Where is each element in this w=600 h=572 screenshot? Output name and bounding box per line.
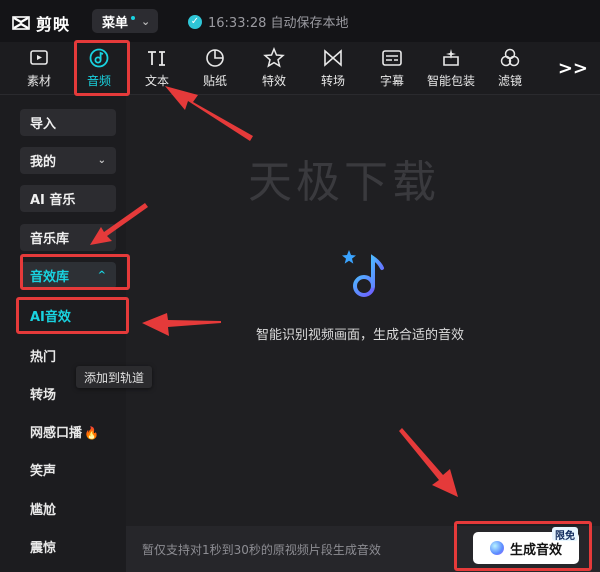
star-effect-icon — [263, 47, 285, 68]
more-tabs-button[interactable]: >> — [558, 58, 588, 79]
duration-note: 暂仅支持对1秒到30秒的原视频片段生成音效 — [142, 543, 381, 557]
tab-effects[interactable]: 特效 — [246, 42, 302, 94]
tab-label: 文本 — [144, 74, 169, 88]
sidebar-label: 我的 — [30, 155, 57, 170]
chevron-down-icon: ⌄ — [97, 155, 106, 166]
tab-transition[interactable]: 转场 — [305, 42, 361, 94]
tab-label: 字幕 — [379, 74, 404, 88]
sidebar-item-net-voice[interactable]: 网感口播 🔥 — [30, 422, 99, 441]
hint-text: 智能识别视频画面，生成合适的音效 — [256, 328, 465, 343]
text-ti-icon — [148, 51, 165, 66]
sidebar-item-awkward[interactable]: 尴尬 — [30, 499, 56, 518]
highlight-audio-tab — [74, 40, 130, 96]
check-icon: ✓ — [188, 14, 202, 29]
autosave-status: ✓ 16:33:28 自动保存本地 — [188, 12, 349, 31]
highlight-generate-button — [454, 521, 592, 571]
highlight-sfx-library — [20, 254, 130, 290]
tab-smart-package[interactable]: 智能包装 — [423, 42, 479, 94]
app-logo: 剪映 — [12, 11, 70, 35]
sidebar-item-transition[interactable]: 转场 — [30, 384, 56, 403]
watermark-text: 天极下载 — [248, 157, 440, 208]
add-to-track-tooltip: 添加到轨道 — [76, 366, 153, 388]
title-bar: 剪映 菜单 ⌄ ✓ 16:33:28 自动保存本地 — [0, 0, 600, 42]
sidebar-label: 网感口播 — [30, 426, 83, 441]
sidebar-item-hot[interactable]: 热门 — [30, 346, 56, 365]
tab-subtitle[interactable]: 字幕 — [364, 42, 420, 94]
autosave-text: 16:33:28 自动保存本地 — [208, 16, 349, 31]
tab-label: 贴纸 — [202, 74, 227, 88]
notification-dot — [131, 16, 136, 20]
sidebar-label: 导入 — [30, 117, 57, 132]
menu-button[interactable]: 菜单 ⌄ — [92, 9, 158, 33]
filter-icon — [500, 48, 520, 67]
tab-label: 特效 — [261, 74, 286, 88]
sidebar-ai-music[interactable]: AI 音乐 — [20, 185, 116, 212]
sidebar-import[interactable]: 导入 — [20, 109, 116, 136]
tab-label: 转场 — [320, 74, 345, 88]
sidebar-label: AI 音乐 — [30, 193, 76, 208]
sidebar-item-laugh[interactable]: 笑声 — [30, 460, 56, 479]
subtitle-icon — [382, 50, 402, 66]
sidebar-item-shock[interactable]: 震惊 — [30, 537, 56, 556]
fire-icon: 🔥 — [84, 426, 99, 440]
sticker-icon — [206, 49, 224, 67]
menu-label: 菜单 — [102, 15, 129, 31]
tab-label: 滤镜 — [497, 74, 522, 88]
tab-label: 智能包装 — [426, 74, 475, 88]
tab-label: 素材 — [26, 74, 51, 88]
sidebar-mine[interactable]: 我的 ⌄ — [20, 147, 116, 174]
tab-text[interactable]: 文本 — [129, 42, 185, 94]
sidebar-label: 音乐库 — [30, 232, 70, 247]
tab-media[interactable]: 素材 — [11, 42, 67, 94]
tab-filter[interactable]: 滤镜 — [482, 42, 538, 94]
capcut-logo-icon — [12, 16, 30, 30]
sparkle-package-icon — [443, 49, 459, 66]
play-media-icon — [30, 50, 48, 65]
chevron-down-icon: ⌄ — [141, 14, 151, 28]
music-note-icon — [342, 250, 384, 297]
sidebar-music-library[interactable]: 音乐库 — [20, 224, 116, 251]
highlight-ai-sfx — [16, 297, 129, 334]
transition-icon — [324, 49, 342, 67]
app-name: 剪映 — [36, 15, 71, 34]
tab-sticker[interactable]: 贴纸 — [187, 42, 243, 94]
